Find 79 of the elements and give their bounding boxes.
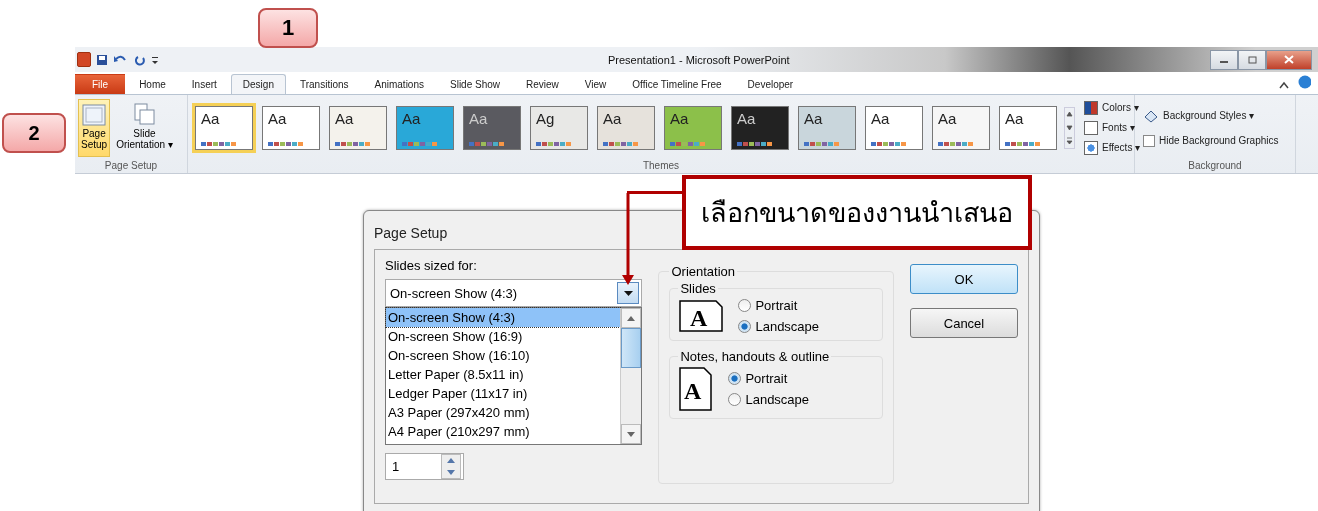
close-button[interactable] xyxy=(1266,49,1312,70)
theme-option-button[interactable]: Colors ▾ xyxy=(1084,100,1141,115)
customize-caret-icon[interactable] xyxy=(151,54,159,65)
landscape-page-icon: A xyxy=(678,298,725,334)
list-item[interactable]: On-screen Show (16:9) xyxy=(386,327,621,346)
list-item[interactable]: Ledger Paper (11x17 in) xyxy=(386,384,621,403)
radio-option[interactable]: Portrait xyxy=(738,298,820,313)
list-item[interactable]: On-screen Show (16:10) xyxy=(386,346,621,365)
theme-thumbnail[interactable]: Ag xyxy=(530,105,588,150)
theme-thumbnail[interactable]: Aa xyxy=(329,105,387,150)
group-label: Background xyxy=(1187,160,1243,173)
group-label: Slides xyxy=(679,281,717,296)
theme-thumbnail[interactable]: Aa xyxy=(865,105,923,150)
theme-thumbnail[interactable]: Aa xyxy=(597,105,655,150)
theme-thumbnail[interactable]: Aa xyxy=(731,105,789,150)
theme-thumbnail[interactable]: Aa xyxy=(463,105,521,150)
dialog-title: Page Setup xyxy=(374,224,448,243)
group-label: Orientation xyxy=(670,264,737,279)
save-icon[interactable] xyxy=(96,53,108,66)
gallery-scrollbar[interactable] xyxy=(1064,106,1075,149)
dropdown-caret-icon xyxy=(623,290,633,296)
window-title: Presentation1 - Microsoft PowerPoint xyxy=(608,53,790,66)
list-item[interactable]: A3 Paper (297x420 mm) xyxy=(386,403,621,422)
theme-thumbnail[interactable]: Aa xyxy=(396,105,454,150)
scroll-down-icon xyxy=(627,431,636,437)
page-frame-icon xyxy=(81,101,108,128)
ribbon-tab[interactable]: Office Timeline Free xyxy=(620,74,734,94)
spin-up-icon xyxy=(447,458,455,464)
hide-graphics-checkbox[interactable]: Hide Background Graphics xyxy=(1143,134,1295,147)
radio-option[interactable]: Portrait xyxy=(728,371,810,386)
group-label: Notes, handouts & outline xyxy=(679,349,831,364)
theme-thumbnail[interactable]: Aa xyxy=(932,105,990,150)
list-item[interactable]: On-screen Show (4:3) xyxy=(386,308,621,327)
group-label: Page Setup xyxy=(103,160,159,173)
portrait-page-icon: A xyxy=(678,366,715,412)
close-icon xyxy=(1284,55,1294,64)
ribbon-button[interactable]: Page Setup xyxy=(78,98,111,157)
theme-thumbnail[interactable]: Aa xyxy=(999,105,1057,150)
ribbon-tab[interactable]: Animations xyxy=(362,74,436,94)
slide-size-dropdown[interactable]: On-screen Show (4:3) xyxy=(385,279,643,307)
theme-thumbnail[interactable]: Aa xyxy=(798,105,856,150)
theme-option-button[interactable]: Fonts ▾ xyxy=(1084,120,1141,135)
ribbon-tab[interactable]: Slide Show xyxy=(438,74,512,94)
ribbon-tab[interactable]: Home xyxy=(127,74,178,94)
dialog-button[interactable]: OK xyxy=(910,264,1018,294)
theme-thumbnail[interactable]: Aa xyxy=(195,105,253,150)
redo-icon[interactable] xyxy=(134,53,146,66)
list-scrollbar[interactable] xyxy=(620,308,642,444)
ribbon-tab[interactable]: Design xyxy=(230,74,286,94)
ribbon-tab[interactable]: Review xyxy=(514,74,571,94)
spin-down-icon xyxy=(447,469,455,475)
dialog-button[interactable]: Cancel xyxy=(910,308,1018,338)
ribbon-tab[interactable]: Transitions xyxy=(287,74,361,94)
theme-option-button[interactable]: Effects ▾ xyxy=(1084,140,1141,155)
ribbon-tab[interactable]: Insert xyxy=(179,74,229,94)
list-item[interactable]: A4 Paper (210x297 mm) xyxy=(386,422,621,441)
background-styles-button[interactable]: Background Styles ▾ xyxy=(1143,108,1295,123)
number-callout: 2 xyxy=(2,113,66,153)
ribbon-tab[interactable]: Developer xyxy=(735,74,806,94)
radio-option[interactable]: Landscape xyxy=(728,392,810,407)
theme-thumbnail[interactable]: Aa xyxy=(664,105,722,150)
field-label: Slides sized for: xyxy=(385,258,477,273)
ribbon-button[interactable]: Slide Orientation ▾ xyxy=(113,98,176,157)
list-item[interactable]: Letter Paper (8.5x11 in) xyxy=(386,365,621,384)
restore-icon xyxy=(1247,55,1257,64)
annotation-callout: เลือกขนาดของงานนำเสนอ xyxy=(682,175,1032,250)
leader-line xyxy=(627,191,683,194)
theme-thumbnail[interactable]: Aa xyxy=(262,105,320,150)
group-label: Themes xyxy=(641,160,681,173)
number-spinner[interactable]: 1 xyxy=(385,453,464,480)
number-callout: 1 xyxy=(258,8,318,48)
ribbon-tab[interactable]: View xyxy=(572,74,619,94)
help-icon[interactable] xyxy=(1297,75,1311,89)
pages-icon xyxy=(131,101,158,128)
scroll-up-icon xyxy=(627,315,636,321)
ribbon-tab[interactable]: File xyxy=(75,74,126,94)
minimize-button[interactable] xyxy=(1210,49,1238,70)
minimize-ribbon-icon[interactable] xyxy=(1279,81,1289,89)
radio-option[interactable]: Landscape xyxy=(738,319,820,334)
